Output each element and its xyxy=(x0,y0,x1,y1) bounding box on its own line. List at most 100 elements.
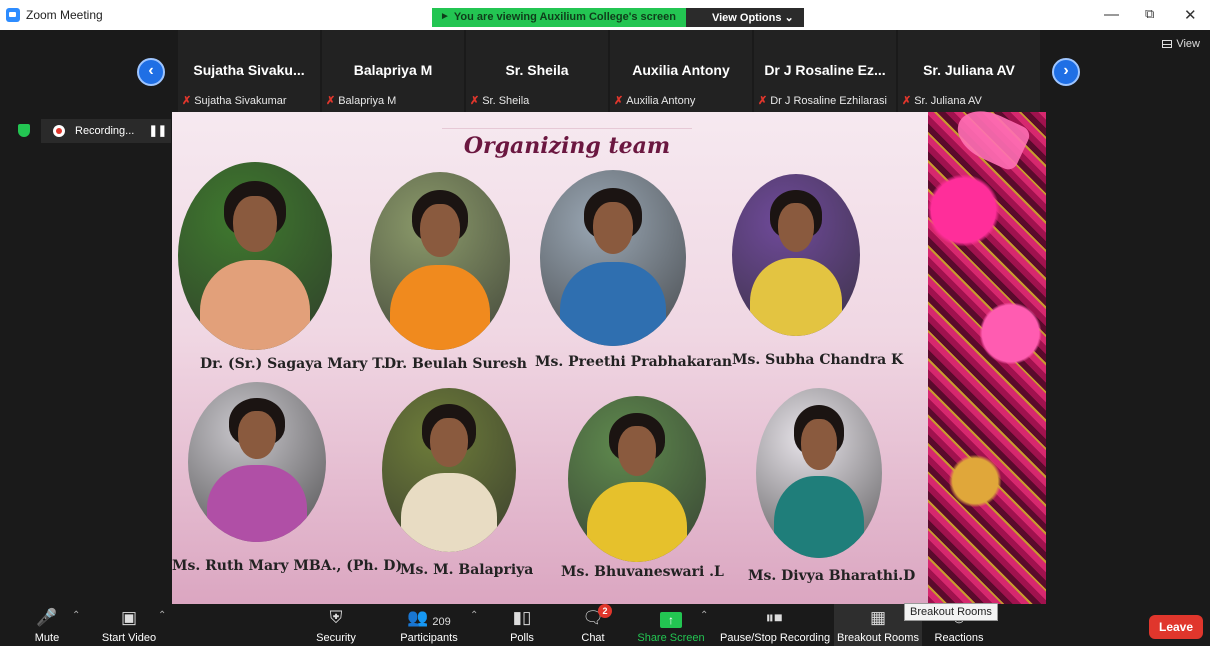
gallery-next-button[interactable]: › xyxy=(1052,58,1080,86)
participant-label: Balapriya M xyxy=(338,94,397,107)
participant-name: Sujatha Sivaku... xyxy=(193,62,305,78)
member-name: Ms. M. Balapriya xyxy=(400,562,534,578)
pause-stop-recording-label: Pause/Stop Recording xyxy=(720,632,831,644)
participant-tile[interactable]: Sr. Sheila ✗ Sr. Sheila xyxy=(466,30,608,112)
start-video-button[interactable]: ▣ Start Video xyxy=(98,604,160,646)
recording-dot-icon xyxy=(53,125,65,137)
participant-gallery-strip: ‹ Sujatha Sivaku... ✗ Sujatha Sivakumar B… xyxy=(6,30,1204,112)
member-name: Ms. Subha Chandra K xyxy=(732,352,904,368)
member-name: Ms. Preethi Prabhakaran xyxy=(535,354,733,370)
member-name: Ms. Divya Bharathi.D xyxy=(748,568,916,584)
member-photo xyxy=(568,396,706,562)
title-bar: Zoom Meeting ► You are viewing Auxilium … xyxy=(0,0,1210,30)
audio-options-caret-icon[interactable]: ⌃ xyxy=(72,610,80,621)
reactions-label: Reactions xyxy=(934,632,984,644)
pause-stop-icon: ⏸⏹ xyxy=(765,608,783,627)
member-photo xyxy=(732,174,860,336)
pause-recording-icon[interactable]: ❚❚ xyxy=(149,124,167,137)
participant-tile[interactable]: Sujatha Sivaku... ✗ Sujatha Sivakumar xyxy=(178,30,320,112)
restore-icon[interactable]: ⧉ xyxy=(1145,6,1154,22)
participant-name: Sr. Sheila xyxy=(505,62,569,78)
polls-label: Polls xyxy=(510,632,534,644)
member-name: Ms. Ruth Mary MBA., (Ph. D) xyxy=(172,558,403,574)
view-label: View xyxy=(1176,38,1200,50)
participant-label: Sujatha Sivakumar xyxy=(194,94,287,107)
chat-label: Chat xyxy=(581,632,605,644)
member-photo xyxy=(178,162,332,350)
video-options-caret-icon[interactable]: ⌃ xyxy=(158,610,166,621)
participant-name: Auxilia Antony xyxy=(632,62,730,78)
shared-screen-slide: Organizing team Dr. (Sr.) Sagaya Mary T.… xyxy=(172,112,928,604)
gallery-prev-button[interactable]: ‹ xyxy=(137,58,165,86)
share-screen-label: Share Screen xyxy=(637,632,705,644)
mic-muted-icon: ✗ xyxy=(182,95,192,107)
participants-button[interactable]: 👥 209 Participants xyxy=(398,604,460,646)
window-title: Zoom Meeting xyxy=(26,8,103,22)
member-name: Dr. (Sr.) Sagaya Mary T. xyxy=(200,356,386,372)
share-screen-icon: ↑ xyxy=(660,612,682,628)
mic-muted-icon: ✗ xyxy=(902,95,912,107)
participant-tile[interactable]: Balapriya M ✗ Balapriya M xyxy=(322,30,464,112)
video-off-icon: ▣ xyxy=(120,608,138,627)
mic-muted-icon: ✗ xyxy=(614,95,624,107)
confetti-decoration xyxy=(928,112,1046,604)
member-photo xyxy=(188,382,326,542)
start-video-label: Start Video xyxy=(101,632,157,644)
view-options-button[interactable]: View Options ⌄ xyxy=(685,8,804,27)
viewing-share-notice: ► You are viewing Auxilium College's scr… xyxy=(432,8,686,27)
breakout-rooms-tooltip: Breakout Rooms xyxy=(904,603,998,621)
slide-title: Organizing team xyxy=(442,128,692,159)
view-grid-icon xyxy=(1162,40,1173,48)
breakout-rooms-label: Breakout Rooms xyxy=(837,632,919,644)
shield-icon: ⛨ xyxy=(329,608,343,627)
recording-indicator: Recording... ❚❚ xyxy=(41,119,171,143)
zoom-app-icon xyxy=(6,8,20,22)
mute-label: Mute xyxy=(34,632,60,644)
participant-name: Sr. Juliana AV xyxy=(923,62,1015,78)
chevron-down-icon: ⌄ xyxy=(784,12,794,24)
mic-muted-icon: ✗ xyxy=(758,95,768,107)
participant-tile[interactable]: Dr J Rosaline Ez... ✗ Dr J Rosaline Ezhil… xyxy=(754,30,896,112)
share-screen-button[interactable]: ↑ Share Screen xyxy=(636,604,706,646)
participant-tile[interactable]: Auxilia Antony ✗ Auxilia Antony xyxy=(610,30,752,112)
member-photo xyxy=(370,172,510,350)
participants-count: 209 xyxy=(432,616,451,628)
share-options-caret-icon[interactable]: ⌃ xyxy=(700,610,708,621)
close-icon[interactable]: ✕ xyxy=(1184,6,1197,24)
recording-label: Recording... xyxy=(75,125,135,137)
member-photo xyxy=(382,388,516,552)
participants-label: Participants xyxy=(400,632,458,644)
speaker-icon: ► xyxy=(440,11,450,22)
polls-icon: ▮▯ xyxy=(512,608,532,627)
view-options-label: View Options xyxy=(711,12,782,24)
participant-tile[interactable]: Sr. Juliana AV ✗ Sr. Juliana AV xyxy=(898,30,1040,112)
zoom-meeting-window: Zoom Meeting ► You are viewing Auxilium … xyxy=(0,0,1210,646)
leave-button[interactable]: Leave xyxy=(1149,615,1203,639)
participant-name: Dr J Rosaline Ez... xyxy=(764,62,886,78)
participant-label: Sr. Sheila xyxy=(482,94,530,107)
view-button[interactable]: View xyxy=(1162,38,1200,50)
member-name: Dr. Beulah Suresh xyxy=(384,356,527,372)
meeting-toolbar: 🎤 Mute ⌃ ▣ Start Video ⌃ ⛨ Security 👥 209… xyxy=(0,604,1210,646)
participants-icon: 👥 209 xyxy=(407,608,451,628)
member-photo xyxy=(756,388,882,558)
mic-muted-icon: ✗ xyxy=(470,95,480,107)
member-name: Ms. Bhuvaneswari .L xyxy=(561,564,724,580)
polls-button[interactable]: ▮▯ Polls xyxy=(504,604,540,646)
microphone-icon: 🎤 xyxy=(36,608,58,627)
share-banner-text: You are viewing Auxilium College's scree… xyxy=(453,11,676,23)
pause-stop-recording-button[interactable]: ⏸⏹ Pause/Stop Recording xyxy=(720,604,831,646)
member-photo xyxy=(540,170,686,346)
minimize-icon[interactable]: — xyxy=(1104,6,1119,23)
participants-options-caret-icon[interactable]: ⌃ xyxy=(470,610,478,621)
chat-unread-badge: 2 xyxy=(598,604,612,618)
participant-label: Sr. Juliana AV xyxy=(914,94,982,107)
participant-label: Dr J Rosaline Ezhilarasi xyxy=(770,94,887,107)
security-label: Security xyxy=(316,632,356,644)
security-button[interactable]: ⛨ Security xyxy=(312,604,360,646)
mute-button[interactable]: 🎤 Mute xyxy=(24,604,70,646)
participant-label: Auxilia Antony xyxy=(626,94,696,107)
participant-name: Balapriya M xyxy=(353,62,433,78)
mic-muted-icon: ✗ xyxy=(326,95,336,107)
share-banner: ► You are viewing Auxilium College's scr… xyxy=(432,8,804,27)
